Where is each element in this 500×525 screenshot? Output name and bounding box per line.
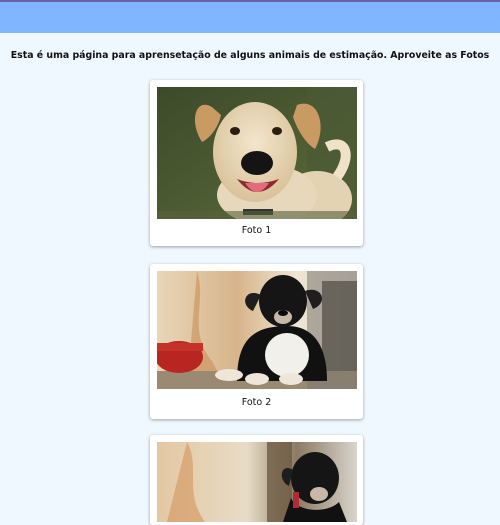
photo-card-1: Foto 1 <box>150 80 363 246</box>
photo-card-2: Foto 2 <box>150 264 363 419</box>
photo-card-3 <box>150 435 363 525</box>
photo-1 <box>157 87 357 219</box>
photo-3 <box>157 442 357 522</box>
photo-caption: Foto 1 <box>241 225 272 236</box>
photo-caption: Foto 2 <box>241 397 272 408</box>
header-bar <box>0 2 500 33</box>
intro-text: Esta é uma página para aprensetação de a… <box>10 50 490 61</box>
photo-2 <box>157 271 357 389</box>
